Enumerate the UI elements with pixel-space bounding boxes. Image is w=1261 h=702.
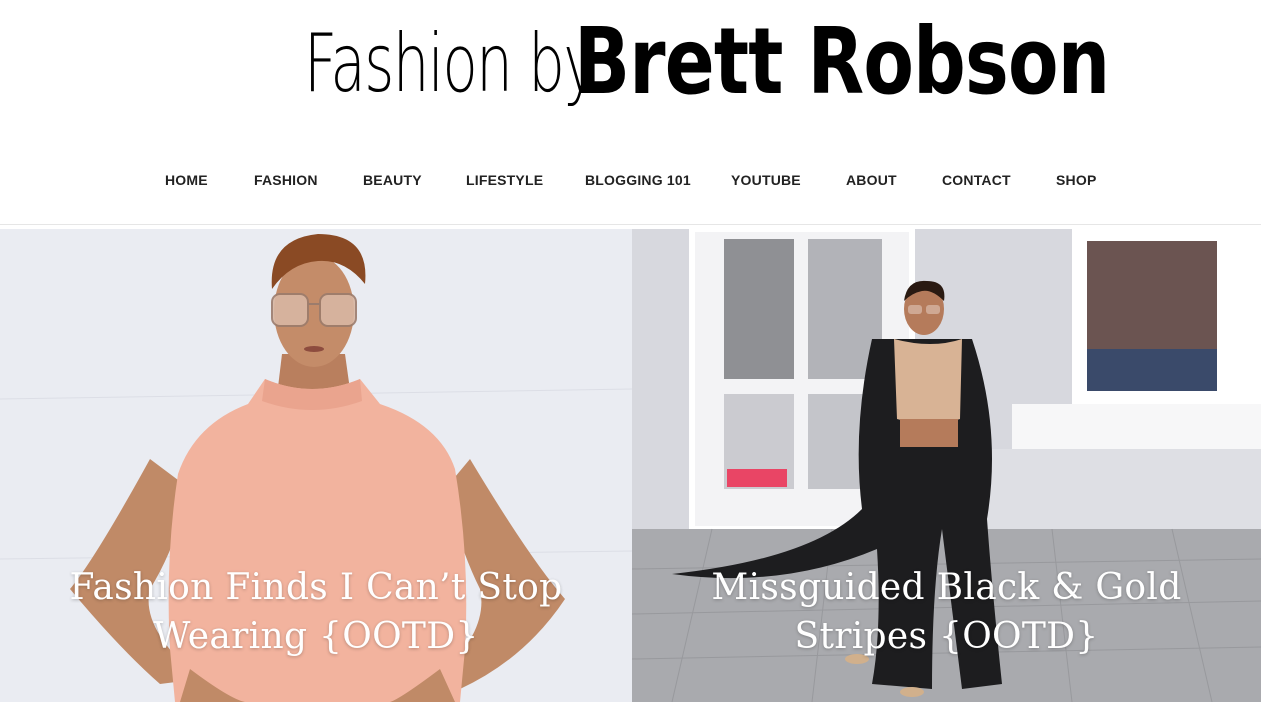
- featured-post-card[interactable]: Missguided Black & Gold Stripes {OOTD}: [632, 229, 1261, 702]
- nav-item-fashion[interactable]: FASHION: [254, 168, 318, 192]
- main-navigation: HOME FASHION BEAUTY LIFESTYLE BLOGGING 1…: [0, 168, 1261, 194]
- nav-item-youtube[interactable]: YOUTUBE: [731, 168, 801, 192]
- post-title[interactable]: Fashion Finds I Can’t Stop Wearing {OOTD…: [40, 563, 592, 661]
- post-title[interactable]: Missguided Black & Gold Stripes {OOTD}: [672, 563, 1221, 661]
- nav-item-about[interactable]: ABOUT: [846, 168, 897, 192]
- logo-light-text: Fashion by: [304, 17, 597, 110]
- site-header: Fashion by Brett Robson HOME FASHION BEA…: [0, 0, 1261, 225]
- featured-post-card[interactable]: Fashion Finds I Can’t Stop Wearing {OOTD…: [0, 229, 632, 702]
- logo-bold-text: Brett Robson: [574, 8, 1110, 115]
- nav-item-contact[interactable]: CONTACT: [942, 168, 1011, 192]
- nav-item-blogging-101[interactable]: BLOGGING 101: [585, 168, 691, 192]
- featured-posts: Fashion Finds I Can’t Stop Wearing {OOTD…: [0, 229, 1261, 702]
- nav-item-lifestyle[interactable]: LIFESTYLE: [466, 168, 543, 192]
- nav-item-home[interactable]: HOME: [165, 168, 208, 192]
- nav-item-beauty[interactable]: BEAUTY: [363, 168, 422, 192]
- site-logo[interactable]: Fashion by Brett Robson: [300, 8, 1110, 120]
- nav-item-shop[interactable]: SHOP: [1056, 168, 1096, 192]
